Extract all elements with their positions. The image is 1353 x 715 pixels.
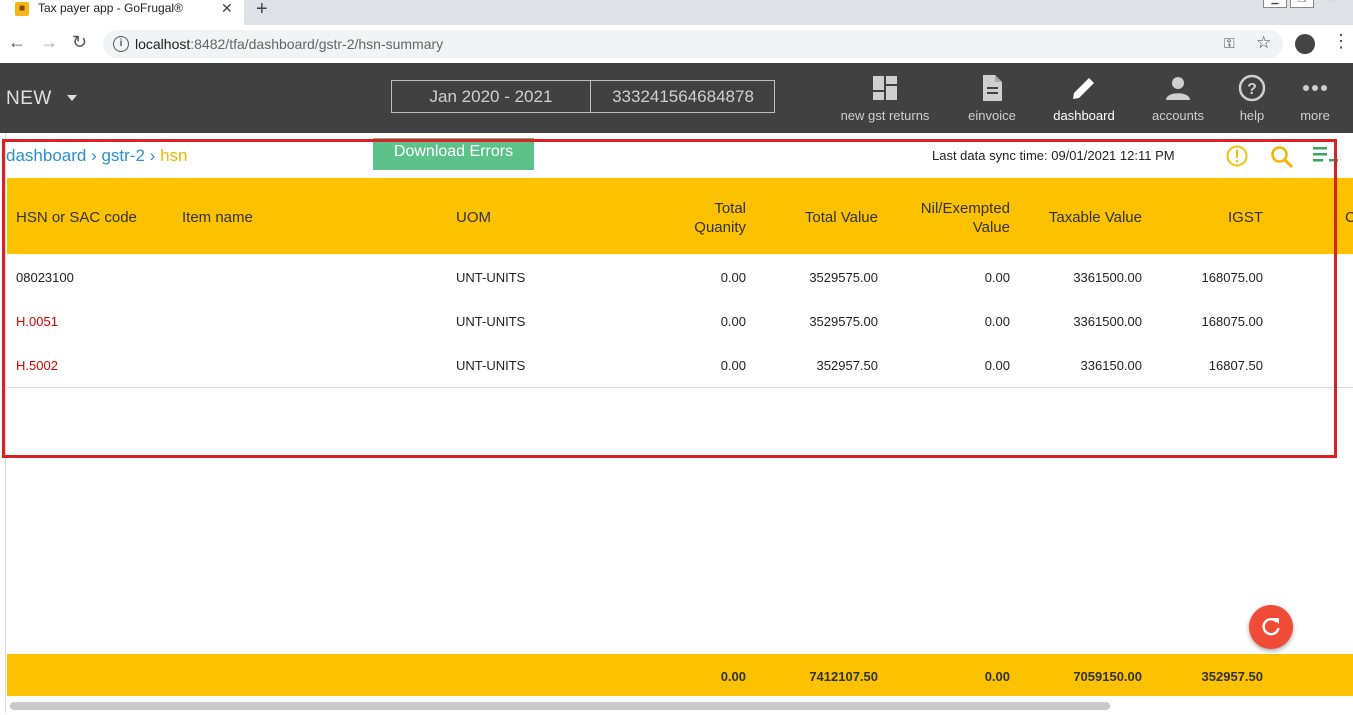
- browser-menu-icon[interactable]: ⋮: [1332, 31, 1350, 52]
- table-totals-row: 0.00 7412107.50 0.00 7059150.00 352957.5…: [7, 654, 1353, 696]
- refresh-button[interactable]: [1249, 605, 1293, 649]
- pencil-icon: [1046, 73, 1122, 103]
- nav-label: help: [1239, 108, 1265, 123]
- nav-einvoice[interactable]: einvoice: [958, 73, 1026, 129]
- app-header: NEW Jan 2020 - 2021 333241564684878 new …: [0, 63, 1353, 133]
- highlight-box: [2, 139, 1337, 458]
- nav-label: more: [1300, 108, 1330, 123]
- bookmark-star-icon[interactable]: ☆: [1256, 33, 1271, 53]
- period-value[interactable]: Jan 2020 - 2021: [392, 81, 591, 112]
- help-circle-icon: ?: [1230, 73, 1274, 103]
- tab-title: Tax payer app - GoFrugal®: [38, 1, 183, 15]
- col-cgst-header-partial[interactable]: C: [1345, 208, 1353, 227]
- reload-icon[interactable]: ↻: [72, 32, 87, 53]
- gstin-value[interactable]: 333241564684878: [591, 81, 775, 112]
- tab-close-icon[interactable]: ✕: [221, 0, 233, 17]
- nav-dashboard[interactable]: dashboard: [1046, 73, 1122, 129]
- period-selector[interactable]: Jan 2020 - 2021 333241564684878: [391, 80, 775, 113]
- total-nil: 0.00: [984, 669, 1010, 684]
- total-qty: 0.00: [720, 669, 746, 684]
- restore-icon[interactable]: ❐: [1290, 0, 1314, 8]
- site-info-icon[interactable]: i: [113, 36, 129, 52]
- total-igst: 352957.50: [1201, 669, 1263, 684]
- nav-new-gst-returns[interactable]: new gst returns: [833, 73, 937, 129]
- dashboard-grid-icon: [833, 73, 937, 103]
- total-value: 7412107.50: [809, 669, 878, 684]
- nav-label: einvoice: [968, 108, 1016, 123]
- browser-tab-strip: ■ Tax payer app - GoFrugal® ✕ + ▁ ❐ ✕: [0, 0, 1353, 25]
- svg-text:?: ?: [1247, 81, 1257, 98]
- nav-more[interactable]: more: [1293, 73, 1337, 129]
- chevron-down-icon[interactable]: [67, 95, 77, 101]
- app-favicon-icon: ■: [15, 2, 29, 16]
- document-icon: [958, 73, 1026, 103]
- profile-avatar-icon[interactable]: [1295, 34, 1315, 54]
- nav-label: accounts: [1151, 108, 1205, 123]
- address-bar[interactable]: i localhost:8482/tfa/dashboard/gstr-2/hs…: [103, 30, 1283, 58]
- browser-toolbar: ← → ↻ i localhost:8482/tfa/dashboard/gst…: [0, 25, 1353, 64]
- nav-accounts[interactable]: accounts: [1145, 73, 1211, 129]
- new-menu-label[interactable]: NEW: [6, 88, 52, 110]
- back-icon[interactable]: ←: [8, 32, 26, 53]
- nav-label: dashboard: [1053, 108, 1115, 123]
- more-dots-icon: [1293, 73, 1337, 103]
- forward-icon[interactable]: →: [40, 32, 58, 53]
- new-tab-icon[interactable]: +: [256, 0, 268, 21]
- browser-tab[interactable]: ■ Tax payer app - GoFrugal® ✕: [0, 0, 244, 25]
- person-icon: [1145, 73, 1211, 103]
- minimize-icon[interactable]: ▁: [1263, 0, 1287, 8]
- close-window-icon[interactable]: ✕: [1322, 0, 1344, 6]
- nav-help[interactable]: ? help: [1230, 73, 1274, 129]
- refresh-icon: [1262, 617, 1280, 636]
- url-text[interactable]: localhost:8482/tfa/dashboard/gstr-2/hsn-…: [135, 36, 443, 52]
- horizontal-scrollbar[interactable]: [10, 702, 1110, 710]
- nav-label: new gst returns: [840, 108, 930, 123]
- key-icon[interactable]: ⚿: [1224, 35, 1235, 52]
- total-taxable: 7059150.00: [1073, 669, 1142, 684]
